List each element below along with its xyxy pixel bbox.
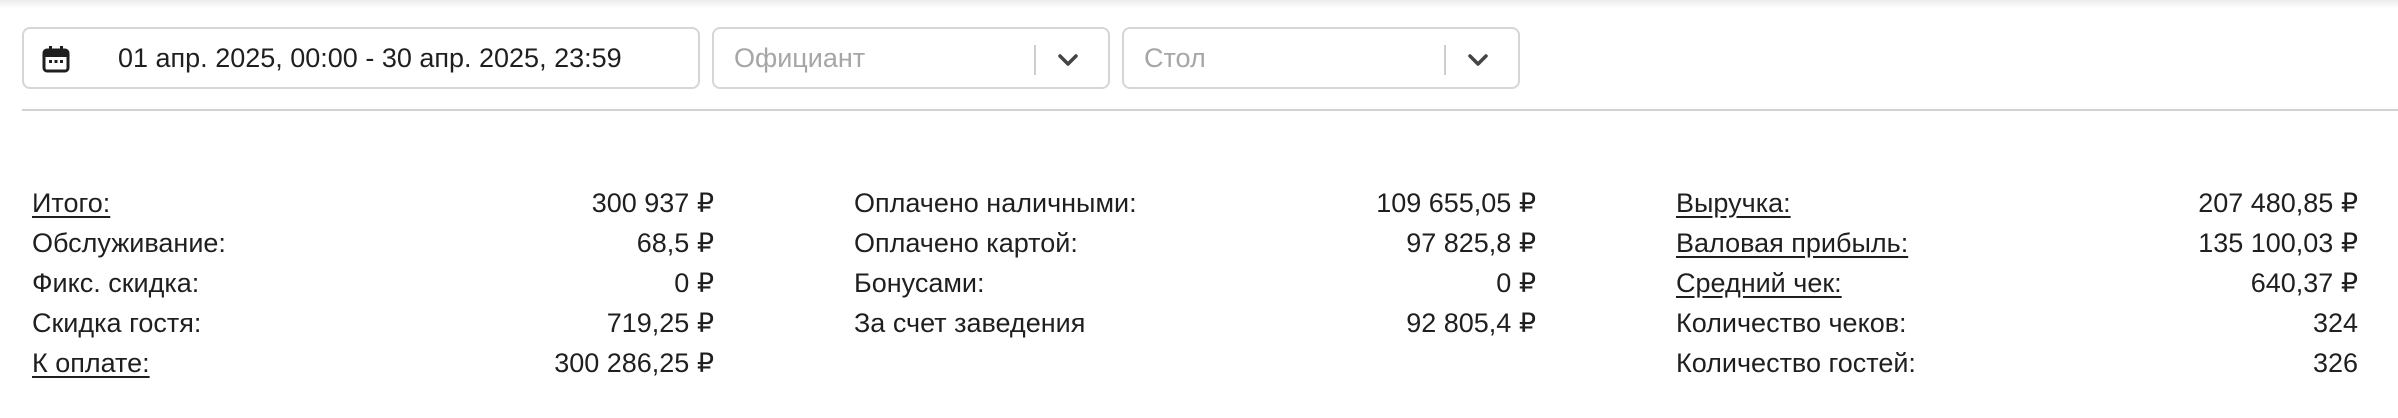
service-value: 68,5 ₽ bbox=[636, 228, 714, 258]
guest-discount-value: 719,25 ₽ bbox=[606, 308, 714, 338]
summary-row-checks-count: Количество чеков: 324 bbox=[1676, 306, 2358, 346]
checks-count-value: 324 bbox=[2312, 308, 2358, 338]
fixed-discount-label: Фикс. скидка: bbox=[32, 268, 200, 298]
card-value: 97 825,8 ₽ bbox=[1406, 228, 1536, 258]
total-value: 300 937 ₽ bbox=[591, 188, 714, 218]
summary-row-to-pay: К оплате: 300 286,25 ₽ bbox=[32, 346, 714, 386]
summary-row-card: Оплачено картой: 97 825,8 ₽ bbox=[854, 226, 1536, 266]
revenue-label-link[interactable]: Выручка: bbox=[1676, 186, 1791, 220]
checks-count-label: Количество чеков: bbox=[1676, 308, 1907, 338]
chevron-down-icon[interactable] bbox=[1054, 48, 1082, 72]
fixed-discount-value: 0 ₽ bbox=[674, 268, 714, 298]
summary-row-average-check: Средний чек: 640,37 ₽ bbox=[1676, 266, 2358, 306]
summary-row-bonuses: Бонусами: 0 ₽ bbox=[854, 266, 1536, 306]
summary-column-totals: Итого: 300 937 ₽ Обслуживание: 68,5 ₽ Фи… bbox=[32, 186, 714, 386]
on-the-house-value: 92 805,4 ₽ bbox=[1406, 308, 1536, 338]
select-separator bbox=[1034, 45, 1036, 75]
chevron-down-icon[interactable] bbox=[1464, 48, 1492, 72]
summary-row-total: Итого: 300 937 ₽ bbox=[32, 186, 714, 226]
summary-row-on-the-house: За счет заведения 92 805,4 ₽ bbox=[854, 306, 1536, 346]
summary-row-revenue: Выручка: 207 480,85 ₽ bbox=[1676, 186, 2358, 226]
card-label: Оплачено картой: bbox=[854, 228, 1078, 258]
on-the-house-label: За счет заведения bbox=[854, 308, 1086, 338]
to-pay-value: 300 286,25 ₽ bbox=[554, 348, 714, 378]
total-label-link[interactable]: Итого: bbox=[32, 186, 110, 220]
average-check-value: 640,37 ₽ bbox=[2250, 268, 2358, 298]
guest-discount-label: Скидка гостя: bbox=[32, 308, 202, 338]
to-pay-label-link[interactable]: К оплате: bbox=[32, 346, 150, 380]
guests-count-value: 326 bbox=[2312, 348, 2358, 378]
bonuses-label: Бонусами: bbox=[854, 268, 985, 298]
cash-value: 109 655,05 ₽ bbox=[1376, 188, 1536, 218]
summary-column-payments: Оплачено наличными: 109 655,05 ₽ Оплачен… bbox=[854, 186, 1536, 346]
average-check-label-link[interactable]: Средний чек: bbox=[1676, 266, 1842, 300]
header-shadow bbox=[0, 0, 2398, 8]
summary-row-gross-profit: Валовая прибыль: 135 100,03 ₽ bbox=[1676, 226, 2358, 266]
calendar-icon bbox=[42, 46, 70, 73]
filters-divider bbox=[22, 109, 2398, 111]
summary-row-service: Обслуживание: 68,5 ₽ bbox=[32, 226, 714, 266]
summary-row-cash: Оплачено наличными: 109 655,05 ₽ bbox=[854, 186, 1536, 226]
gross-profit-label-link[interactable]: Валовая прибыль: bbox=[1676, 226, 1908, 260]
bonuses-value: 0 ₽ bbox=[1496, 268, 1536, 298]
gross-profit-value: 135 100,03 ₽ bbox=[2198, 228, 2358, 258]
date-range-picker[interactable]: 01 апр. 2025, 00:00 - 30 апр. 2025, 23:5… bbox=[22, 27, 700, 89]
select-separator bbox=[1444, 45, 1446, 75]
table-select-placeholder: Стол bbox=[1144, 42, 1206, 73]
guests-count-label: Количество гостей: bbox=[1676, 348, 1916, 378]
date-range-value: 01 апр. 2025, 00:00 - 30 апр. 2025, 23:5… bbox=[118, 42, 622, 73]
summary-row-guests-count: Количество гостей: 326 bbox=[1676, 346, 2358, 386]
waiter-select-placeholder: Официант bbox=[734, 42, 866, 73]
table-select[interactable]: Стол bbox=[1122, 27, 1520, 89]
cash-label: Оплачено наличными: bbox=[854, 188, 1137, 218]
waiter-select[interactable]: Официант bbox=[712, 27, 1110, 89]
filters-bar: 01 апр. 2025, 00:00 - 30 апр. 2025, 23:5… bbox=[22, 27, 1520, 89]
revenue-value: 207 480,85 ₽ bbox=[2198, 188, 2358, 218]
summary-column-revenue: Выручка: 207 480,85 ₽ Валовая прибыль: 1… bbox=[1676, 186, 2358, 386]
summary-row-guest-discount: Скидка гостя: 719,25 ₽ bbox=[32, 306, 714, 346]
service-label: Обслуживание: bbox=[32, 228, 226, 258]
summary-row-fixed-discount: Фикс. скидка: 0 ₽ bbox=[32, 266, 714, 306]
